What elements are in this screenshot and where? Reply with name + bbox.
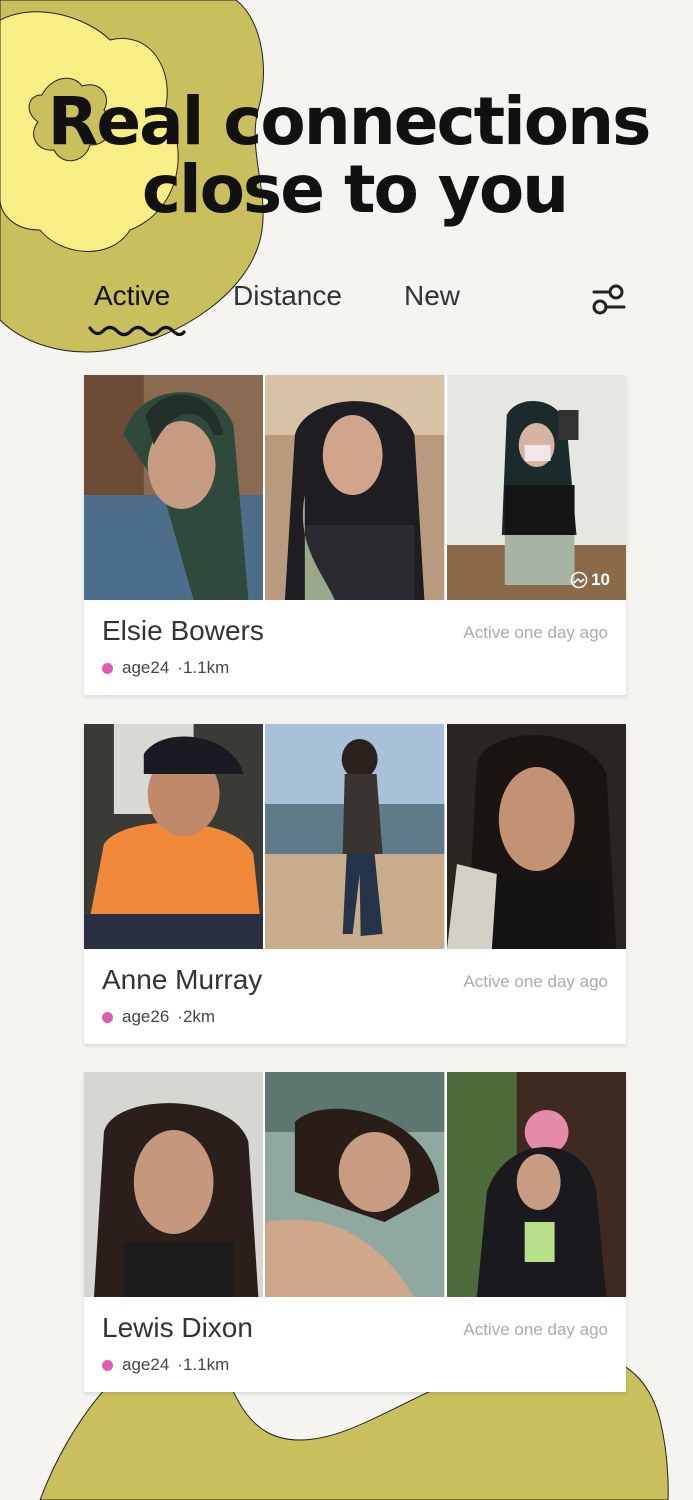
profile-name: Anne Murray [102, 964, 263, 995]
last-active: Active one day ago [463, 972, 608, 991]
profile-meta: age24 ·1.1km [102, 1355, 233, 1375]
filter-sliders-icon[interactable] [590, 282, 628, 318]
photo-strip: 10 [84, 375, 626, 600]
photo-count: 10 [591, 570, 610, 589]
profile-card[interactable]: 10 Elsie Bowers Active one day ago age24… [84, 375, 626, 695]
status-dot [102, 1011, 113, 1023]
profile-card[interactable]: Anne Murray Active one day ago age26 ·2k… [84, 724, 626, 1044]
status-dot [102, 1359, 113, 1371]
photo-count-badge: 10 [570, 570, 610, 590]
profile-photo[interactable] [84, 1072, 264, 1297]
profile-age: age24 [122, 658, 170, 677]
tab-underline-wave [88, 325, 186, 337]
profile-photo[interactable]: 10 [446, 375, 626, 600]
photos-icon [570, 571, 588, 589]
profile-age: age26 [122, 1007, 170, 1026]
profile-photo[interactable] [265, 1072, 445, 1297]
profile-photo[interactable] [446, 1072, 626, 1297]
profile-distance: ·1.1km [177, 658, 230, 677]
profile-name: Lewis Dixon [102, 1312, 253, 1343]
profile-meta: age26 ·2km [102, 1007, 219, 1027]
tab-active[interactable]: Active [94, 280, 170, 312]
profile-photo[interactable] [84, 375, 264, 600]
profile-photo[interactable] [446, 724, 626, 949]
profile-photo[interactable] [84, 724, 264, 949]
profile-distance: ·2km [177, 1007, 216, 1026]
status-dot [102, 662, 113, 674]
profile-age: age24 [122, 1355, 170, 1374]
tab-distance[interactable]: Distance [233, 280, 342, 312]
tab-new[interactable]: New [404, 280, 460, 312]
profile-name: Elsie Bowers [102, 615, 264, 646]
profile-card[interactable]: Lewis Dixon Active one day ago age24 ·1.… [84, 1072, 626, 1392]
headline-line-2: close to you [141, 151, 569, 228]
photo-strip [84, 1072, 626, 1297]
headline-line-1: Real connections [47, 83, 652, 160]
last-active: Active one day ago [463, 623, 608, 642]
profile-meta: age24 ·1.1km [102, 658, 233, 678]
last-active: Active one day ago [463, 1320, 608, 1339]
profile-photo[interactable] [265, 724, 445, 949]
photo-strip [84, 724, 626, 949]
profile-photo[interactable] [265, 375, 445, 600]
profile-distance: ·1.1km [177, 1355, 230, 1374]
headline: Real connections close to you [0, 88, 693, 224]
